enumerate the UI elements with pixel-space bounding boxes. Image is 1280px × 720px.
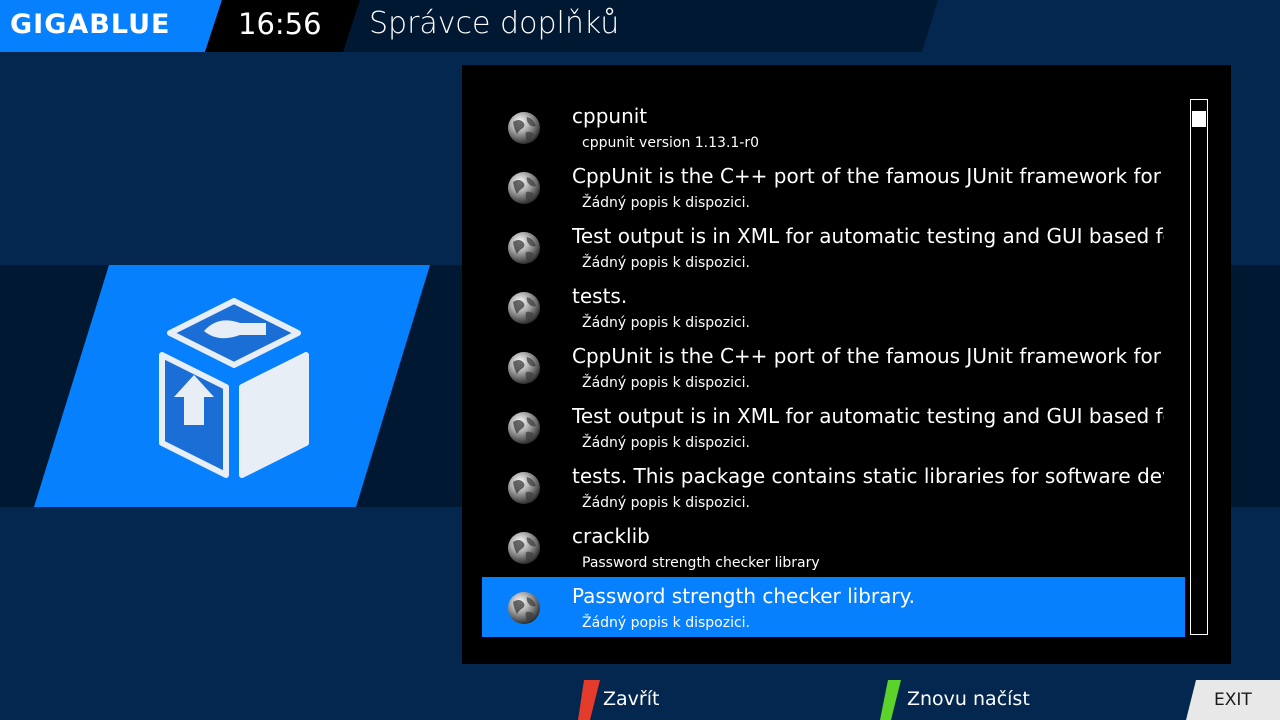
clock: 16:56 xyxy=(238,7,322,41)
list-item-description: Žádný popis k dispozici. xyxy=(582,495,750,511)
page-title: Správce doplňků xyxy=(369,6,620,41)
globe-icon xyxy=(507,591,541,625)
list-item-description: cppunit version 1.13.1-r0 xyxy=(582,135,760,151)
list-item-title: Test output is in XML for automatic test… xyxy=(572,224,1164,248)
list-item-title: cracklib xyxy=(572,524,650,548)
globe-icon xyxy=(507,531,541,565)
list-item[interactable]: tests. This package contains static libr… xyxy=(482,457,1185,517)
globe-icon xyxy=(507,471,541,505)
top-bar: GIGABLUE 16:56 Správce doplňků xyxy=(0,0,1280,52)
list-item-title: CppUnit is the C++ port of the famous JU… xyxy=(572,344,1164,368)
list-item[interactable]: CppUnit is the C++ port of the famous JU… xyxy=(482,337,1185,397)
scrollbar-thumb[interactable] xyxy=(1192,111,1206,127)
plugin-list[interactable]: cppunit cppunit version 1.13.1-r0 CppUni… xyxy=(482,97,1185,637)
close-button[interactable]: Zavřít xyxy=(600,680,880,720)
list-item[interactable]: tests. Žádný popis k dispozici. xyxy=(482,277,1185,337)
globe-icon xyxy=(507,231,541,265)
list-item-description: Password strength checker library xyxy=(582,555,820,571)
list-item-description: Žádný popis k dispozici. xyxy=(582,615,750,631)
plugin-manager-emblem xyxy=(34,265,430,507)
list-item-description: Žádný popis k dispozici. xyxy=(582,195,750,211)
list-item-title: CppUnit is the C++ port of the famous JU… xyxy=(572,164,1164,188)
list-item-description: Žádný popis k dispozici. xyxy=(582,375,750,391)
list-item-description: Žádný popis k dispozici. xyxy=(582,435,750,451)
exit-button[interactable]: EXIT xyxy=(1188,680,1280,720)
list-item-title: Test output is in XML for automatic test… xyxy=(572,404,1164,428)
list-scrollbar[interactable] xyxy=(1190,99,1208,635)
exit-button-label: EXIT xyxy=(1214,690,1252,710)
list-item-description: Žádný popis k dispozici. xyxy=(582,315,750,331)
list-item[interactable]: CppUnit is the C++ port of the famous JU… xyxy=(482,157,1185,217)
list-item-title: tests. xyxy=(572,284,628,308)
list-item[interactable]: Test output is in XML for automatic test… xyxy=(482,397,1185,457)
list-item-selected[interactable]: Password strength checker library. Žádný… xyxy=(482,577,1185,637)
list-item-title: cppunit xyxy=(572,104,648,128)
reload-button-label: Znovu načíst xyxy=(907,688,1030,710)
close-button-label: Zavřít xyxy=(603,688,660,710)
globe-icon xyxy=(507,411,541,445)
globe-icon xyxy=(507,351,541,385)
globe-icon xyxy=(507,171,541,205)
list-item[interactable]: cppunit cppunit version 1.13.1-r0 xyxy=(482,97,1185,157)
list-item[interactable]: Test output is in XML for automatic test… xyxy=(482,217,1185,277)
list-item[interactable]: cracklib Password strength checker libra… xyxy=(482,517,1185,577)
list-item-title: tests. This package contains static libr… xyxy=(572,464,1164,488)
globe-icon xyxy=(507,111,541,145)
reload-button[interactable]: Znovu načíst xyxy=(903,680,1183,720)
plugin-list-panel: cppunit cppunit version 1.13.1-r0 CppUni… xyxy=(462,65,1231,664)
list-item-title: Password strength checker library. xyxy=(572,584,915,608)
list-item-description: Žádný popis k dispozici. xyxy=(582,255,750,271)
brand-logo: GIGABLUE xyxy=(10,9,171,40)
globe-icon xyxy=(507,291,541,325)
